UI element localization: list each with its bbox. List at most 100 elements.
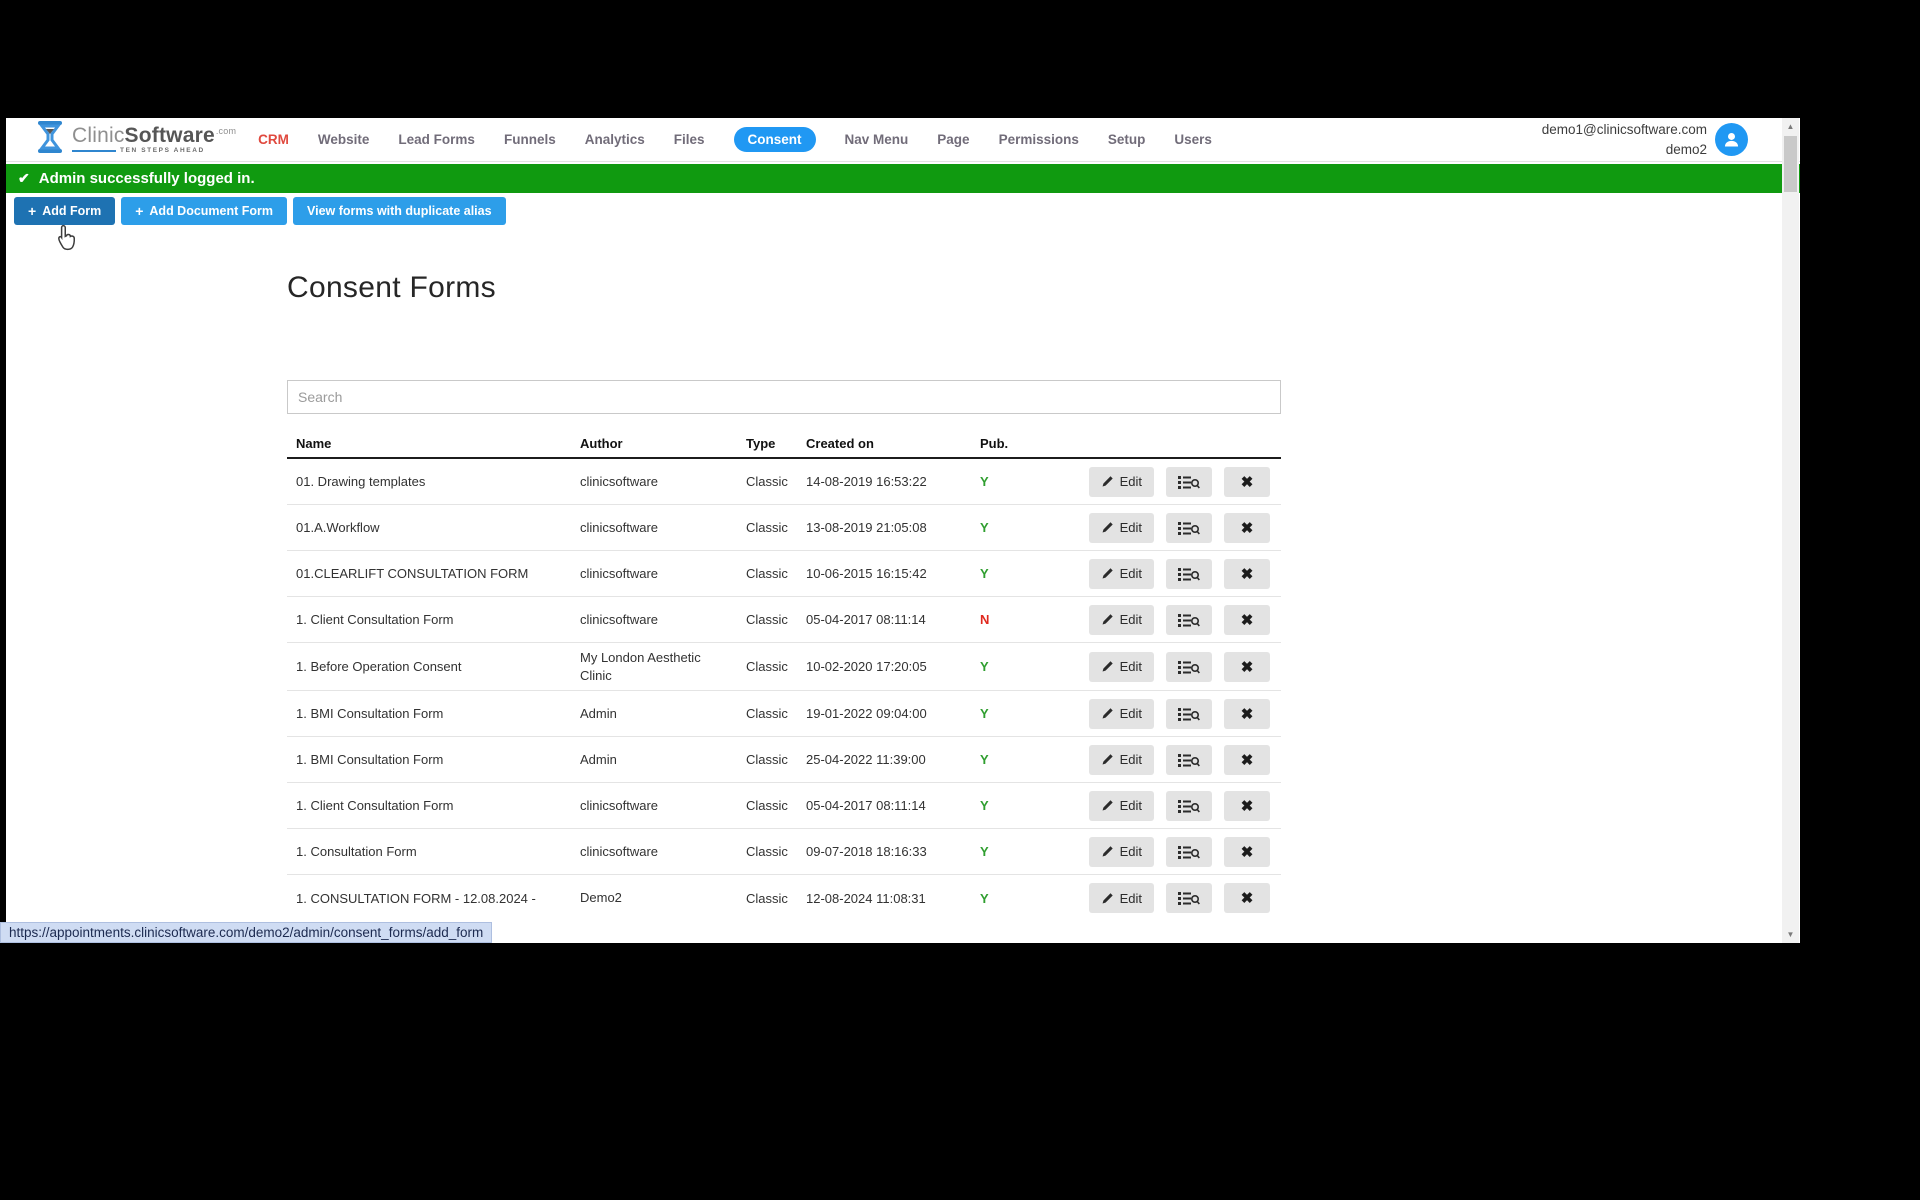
close-icon: ✖ [1241,751,1254,769]
table-row: 1. Before Operation Consent My London Ae… [287,643,1281,691]
pub-value: Y [980,520,1087,535]
form-author: Demo2 [580,889,746,907]
pencil-icon [1101,707,1114,720]
form-author: clinicsoftware [580,843,746,861]
form-created: 25-04-2022 11:39:00 [806,752,980,767]
edit-button[interactable]: Edit [1089,883,1154,913]
form-author: clinicsoftware [580,565,746,583]
scroll-down-arrow-icon[interactable]: ▼ [1782,927,1799,942]
nav-crm[interactable]: CRM [258,132,289,147]
list-search-button[interactable] [1166,513,1212,543]
delete-button[interactable]: ✖ [1224,837,1270,867]
form-type: Classic [746,659,806,674]
list-search-icon [1178,845,1200,859]
edit-button[interactable]: Edit [1089,745,1154,775]
form-name: 1. Before Operation Consent [287,659,580,674]
nav-setup[interactable]: Setup [1108,132,1146,147]
user-email: demo1@clinicsoftware.com [1542,120,1707,140]
edit-button[interactable]: Edit [1089,699,1154,729]
top-nav-bar: ClinicSoftware.com TEN STEPS AHEAD CRM W… [6,118,1800,162]
form-name: 1. BMI Consultation Form [287,752,580,767]
col-header-created: Created on [806,436,980,451]
list-search-button[interactable] [1166,652,1212,682]
status-url-bar: https://appointments.clinicsoftware.com/… [0,922,492,943]
add-form-button[interactable]: + Add Form [14,197,115,225]
edit-button[interactable]: Edit [1089,513,1154,543]
pencil-icon [1101,845,1114,858]
list-search-icon [1178,475,1200,489]
list-search-icon [1178,753,1200,767]
view-duplicate-alias-button[interactable]: View forms with duplicate alias [293,197,506,225]
pub-value: Y [980,474,1087,489]
nav-lead-forms[interactable]: Lead Forms [398,132,475,147]
nav-page[interactable]: Page [937,132,969,147]
nav-users[interactable]: Users [1174,132,1212,147]
vertical-scrollbar[interactable]: ▲ ▼ [1782,118,1799,943]
logo-underline [72,150,116,152]
add-document-form-button[interactable]: + Add Document Form [121,197,287,225]
close-icon: ✖ [1241,473,1254,491]
delete-button[interactable]: ✖ [1224,745,1270,775]
close-icon: ✖ [1241,705,1254,723]
list-search-button[interactable] [1166,605,1212,635]
list-search-button[interactable] [1166,837,1212,867]
list-search-button[interactable] [1166,883,1212,913]
nav-analytics[interactable]: Analytics [585,132,645,147]
nav-funnels[interactable]: Funnels [504,132,556,147]
form-author: clinicsoftware [580,519,746,537]
form-type: Classic [746,752,806,767]
edit-button[interactable]: Edit [1089,605,1154,635]
edit-button[interactable]: Edit [1089,467,1154,497]
form-created: 14-08-2019 16:53:22 [806,474,980,489]
close-icon: ✖ [1241,843,1254,861]
delete-button[interactable]: ✖ [1224,652,1270,682]
list-search-button[interactable] [1166,559,1212,589]
plus-icon: + [135,206,143,216]
status-url-text: https://appointments.clinicsoftware.com/… [9,925,483,940]
delete-button[interactable]: ✖ [1224,559,1270,589]
nav-permissions[interactable]: Permissions [999,132,1079,147]
user-avatar-icon[interactable] [1715,123,1748,156]
success-message: Admin successfully logged in. [39,170,255,187]
col-header-type: Type [746,436,806,451]
nav-consent-active[interactable]: Consent [734,127,816,152]
logo-tagline: TEN STEPS AHEAD [120,148,205,155]
list-search-button[interactable] [1166,745,1212,775]
checkmark-icon: ✔ [18,170,30,187]
list-search-icon [1178,613,1200,627]
table-row: 1. Client Consultation Form clinicsoftwa… [287,783,1281,829]
form-name: 01. Drawing templates [287,474,580,489]
form-created: 09-07-2018 18:16:33 [806,844,980,859]
table-row: 1. BMI Consultation Form Admin Classic 2… [287,737,1281,783]
nav-nav-menu[interactable]: Nav Menu [845,132,909,147]
edit-button[interactable]: Edit [1089,791,1154,821]
list-search-button[interactable] [1166,467,1212,497]
table-header-row: Name Author Type Created on Pub. [287,430,1281,459]
mouse-cursor-hand-icon [53,223,79,258]
delete-button[interactable]: ✖ [1224,791,1270,821]
edit-button[interactable]: Edit [1089,652,1154,682]
form-name: 01.CLEARLIFT CONSULTATION FORM [287,566,580,581]
delete-button[interactable]: ✖ [1224,699,1270,729]
edit-button[interactable]: Edit [1089,559,1154,589]
edit-button[interactable]: Edit [1089,837,1154,867]
clinicsoftware-logo[interactable]: ClinicSoftware.com TEN STEPS AHEAD [35,120,236,159]
scrollbar-thumb[interactable] [1784,136,1797,192]
screen: ClinicSoftware.com TEN STEPS AHEAD CRM W… [0,0,1920,1200]
delete-button[interactable]: ✖ [1224,467,1270,497]
list-search-button[interactable] [1166,699,1212,729]
delete-button[interactable]: ✖ [1224,883,1270,913]
delete-button[interactable]: ✖ [1224,605,1270,635]
main-nav: CRM Website Lead Forms Funnels Analytics… [258,127,1212,152]
nav-files[interactable]: Files [674,132,705,147]
list-search-button[interactable] [1166,791,1212,821]
pub-value: Y [980,566,1087,581]
scroll-up-arrow-icon[interactable]: ▲ [1782,119,1799,134]
close-icon: ✖ [1241,797,1254,815]
delete-button[interactable]: ✖ [1224,513,1270,543]
search-input[interactable] [287,380,1281,414]
pub-value: Y [980,752,1087,767]
user-account: demo2 [1542,140,1707,160]
logo-wordmark: ClinicSoftware.com [72,125,236,146]
nav-website[interactable]: Website [318,132,370,147]
